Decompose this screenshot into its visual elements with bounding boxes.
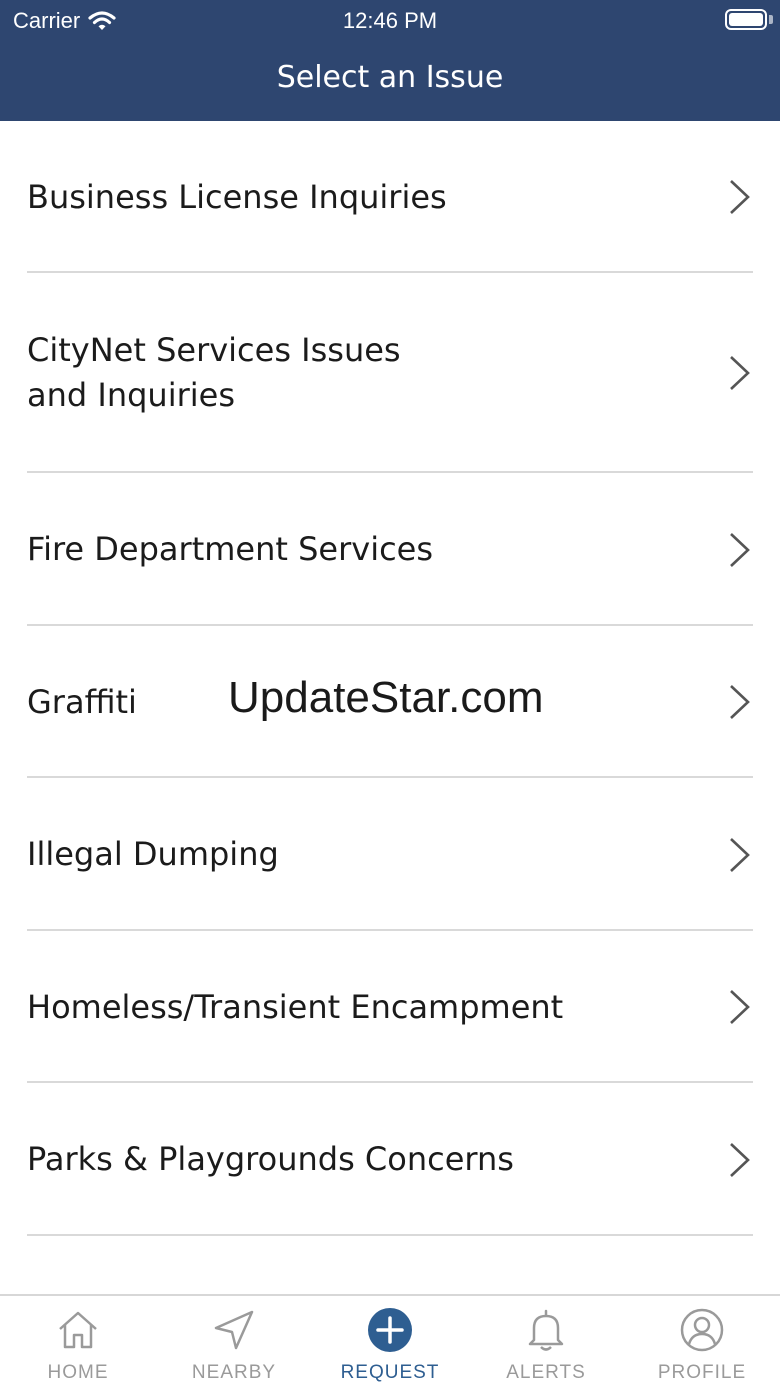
chevron-right-icon bbox=[730, 180, 750, 214]
issue-label: Illegal Dumping bbox=[27, 835, 279, 873]
tab-profile[interactable]: PROFILE bbox=[624, 1296, 780, 1387]
status-bar: Carrier 12:46 PM bbox=[0, 0, 780, 40]
issue-row-parks-playgrounds[interactable]: Parks & Playgrounds Concerns bbox=[0, 1083, 780, 1236]
profile-icon bbox=[680, 1308, 724, 1352]
issue-row-citynet-services[interactable]: CityNet Services Issues and Inquiries bbox=[0, 273, 780, 473]
battery-level bbox=[729, 13, 763, 26]
request-plus-icon bbox=[368, 1308, 412, 1352]
chevron-right-icon bbox=[730, 837, 750, 872]
chevron-right-icon bbox=[730, 1142, 750, 1177]
battery-cap bbox=[769, 15, 773, 24]
issue-list: Business License Inquiries CityNet Servi… bbox=[0, 121, 780, 1294]
tab-alerts[interactable]: ALERTS bbox=[468, 1296, 624, 1387]
chevron-right-icon bbox=[730, 532, 750, 567]
home-icon bbox=[59, 1311, 97, 1349]
tab-label: HOME bbox=[47, 1362, 109, 1383]
issue-row-illegal-dumping[interactable]: Illegal Dumping bbox=[0, 778, 780, 931]
tab-bar: HOME NEARBY REQUEST ALERTS PROFILE bbox=[0, 1294, 780, 1387]
issue-label: Fire Department Services bbox=[27, 530, 434, 568]
tab-label: PROFILE bbox=[657, 1362, 747, 1383]
tab-label: REQUEST bbox=[340, 1362, 440, 1383]
tab-label: ALERTS bbox=[506, 1362, 586, 1383]
issue-row-business-license[interactable]: Business License Inquiries bbox=[0, 121, 780, 273]
navigation-header: Carrier 12:46 PM Select an Issue bbox=[0, 0, 780, 121]
nearby-icon bbox=[214, 1310, 254, 1350]
issue-row-homeless-encampment[interactable]: Homeless/Transient Encampment bbox=[0, 931, 780, 1083]
issue-label: Homeless/Transient Encampment bbox=[27, 987, 564, 1026]
issue-label: Parks & Playgrounds Concerns bbox=[27, 1140, 514, 1178]
tab-label: NEARBY bbox=[191, 1362, 277, 1383]
tab-home[interactable]: HOME bbox=[0, 1296, 156, 1387]
chevron-right-icon bbox=[730, 685, 750, 719]
status-time: 12:46 PM bbox=[342, 8, 438, 33]
chevron-right-icon bbox=[730, 990, 750, 1024]
alerts-bell-icon bbox=[528, 1309, 564, 1351]
tab-request[interactable]: REQUEST bbox=[312, 1296, 468, 1387]
battery-icon bbox=[725, 9, 767, 30]
issue-label: CityNet Services Issues and Inquiries bbox=[27, 331, 401, 414]
issue-row-graffiti[interactable]: Graffiti bbox=[0, 626, 780, 778]
issue-label: Business License Inquiries bbox=[27, 177, 447, 216]
issue-row-fire-department[interactable]: Fire Department Services bbox=[0, 473, 780, 626]
issue-label: Graffiti bbox=[27, 682, 137, 721]
chevron-right-icon bbox=[730, 356, 750, 390]
page-title: Select an Issue bbox=[276, 60, 504, 95]
tab-nearby[interactable]: NEARBY bbox=[156, 1296, 312, 1387]
